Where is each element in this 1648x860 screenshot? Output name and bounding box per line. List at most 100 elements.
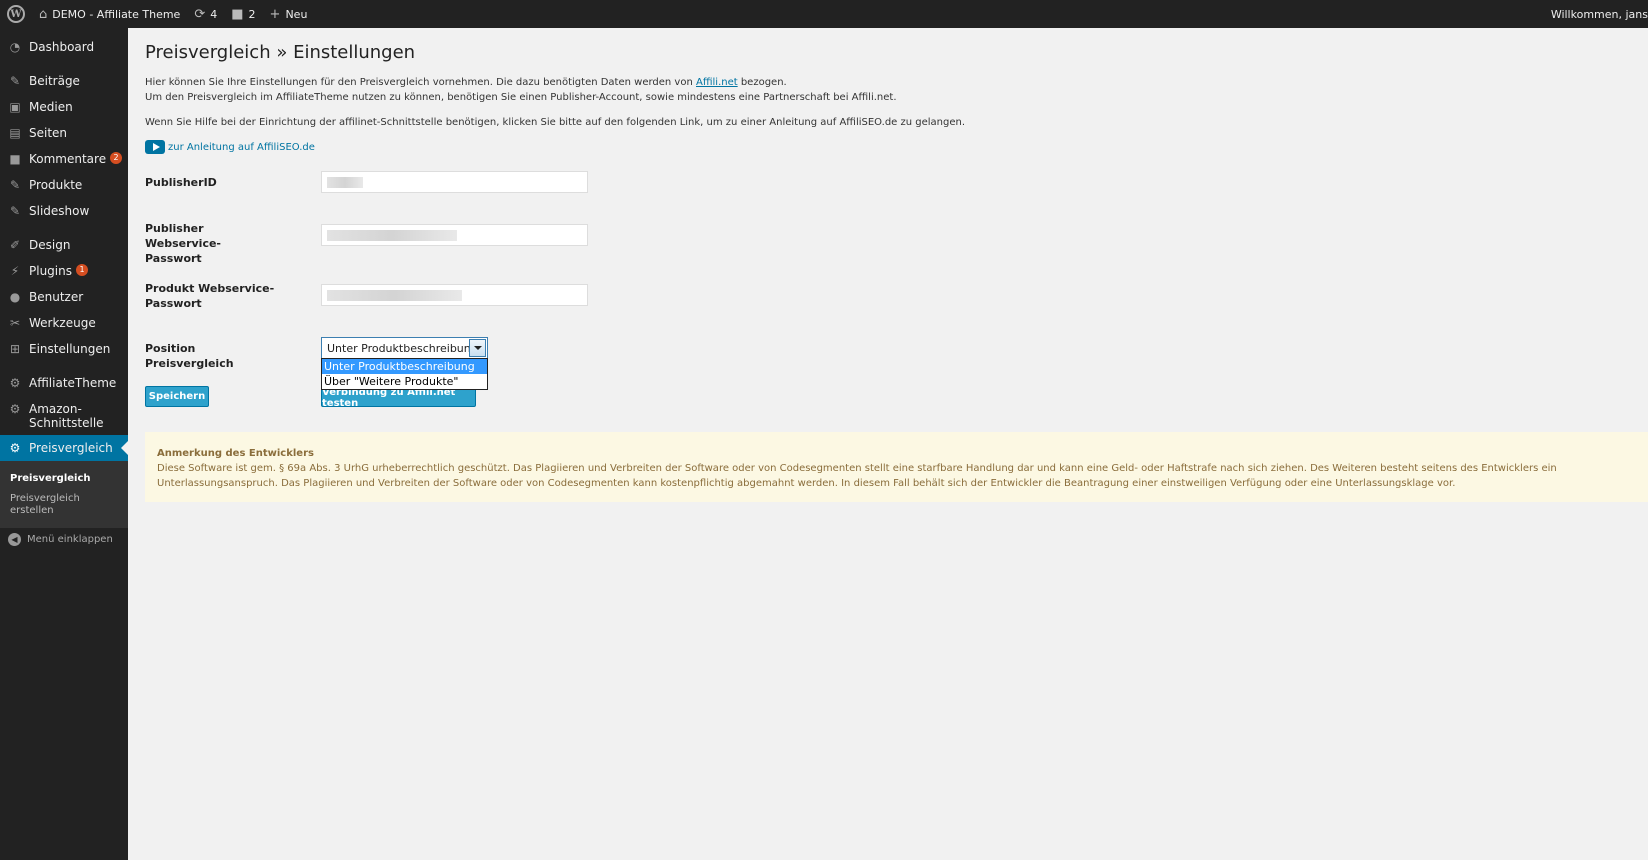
tutorial-link-label: zur Anleitung auf AffiliSEO.de [168,141,315,153]
intro-line-3: Wenn Sie Hilfe bei der Einrichtung der a… [145,117,966,128]
comments-count: 2 [248,7,256,21]
sidebar-item-beitraege[interactable]: ✎ Beiträge [0,74,128,88]
sidebar-item-dashboard[interactable]: ◔ Dashboard [0,40,128,54]
sidebar-item-label: Produkte [29,178,83,192]
main-content: Preisvergleich » Einstellungen Hier könn… [128,28,1648,860]
notice-title: Anmerkung des Entwicklers [157,448,314,459]
new-content-link[interactable]: + Neu [263,0,315,28]
sidebar-item-label: Preisvergleich [29,441,113,455]
sidebar-item-plugins[interactable]: ⚡ Plugins 1 [0,264,128,278]
pin-icon: ✎ [9,74,21,88]
sidebar-item-seiten[interactable]: ▤ Seiten [0,126,128,140]
sidebar-item-label: AffiliateTheme [29,376,117,390]
updates-link[interactable]: ⟳ 4 [187,0,224,28]
sidebar-item-label: Benutzer [29,290,84,304]
wordpress-logo-button[interactable]: W [0,0,32,28]
test-connection-button[interactable]: Verbindung zu Affili.net testen [321,387,476,409]
sidebar-item-medien[interactable]: ▣ Medien [0,100,128,114]
media-icon: ▣ [9,100,21,114]
affilinet-link[interactable]: Affili.net [696,77,738,88]
developer-notice: Anmerkung des Entwicklers Diese Software… [145,432,1648,502]
dropdown-option[interactable]: Unter Produktbeschreibung [322,359,487,374]
intro-text: Hier können Sie Ihre Einstellungen für d… [145,77,696,88]
publisher-password-input[interactable] [321,224,588,246]
masked-value [327,176,363,188]
intro-line-1: Hier können Sie Ihre Einstellungen für d… [145,75,787,90]
pin-icon: ✎ [9,178,21,192]
sidebar-item-label: Plugins [29,264,72,278]
position-selected-value: Unter Produktbeschreibung [327,341,478,355]
sidebar-item-label: Dashboard [29,40,95,54]
gear-icon: ⚙ [9,441,21,455]
plugin-icon: ⚡ [10,264,20,278]
tutorial-link[interactable]: zur Anleitung auf AffiliSEO.de [145,140,315,154]
welcome-text: Willkommen, jans [1550,7,1648,21]
position-dropdown-list: Unter Produktbeschreibung Über "Weitere … [321,358,488,390]
play-icon [145,140,165,154]
dropdown-option[interactable]: Über "Weitere Produkte" [322,374,487,389]
sidebar-item-label: Beiträge [29,74,80,88]
home-icon: ⌂ [39,6,48,22]
position-label: Position Preisvergleich [145,342,234,370]
page-title: Preisvergleich » Einstellungen [145,42,416,63]
pin-icon: ✎ [9,204,21,218]
wrench-icon: ✂ [9,316,21,330]
sidebar-item-design[interactable]: ✐ Design [0,238,128,252]
submenu-item-preisvergleich[interactable]: Preisvergleich [10,473,91,485]
gear-icon: ⚙ [9,402,21,416]
product-password-input[interactable] [321,284,588,306]
site-name: DEMO - Affiliate Theme [52,7,181,21]
settings-icon: ⊞ [9,342,21,356]
sidebar-item-label: Design [29,238,71,252]
masked-value [327,229,457,241]
sidebar-item-label: Medien [29,100,73,114]
comments-badge: 2 [110,152,123,164]
publisher-id-input[interactable] [321,171,588,193]
publisher-id-label: PublisherID [145,176,217,189]
sidebar-item-label: Einstellungen [29,342,111,356]
admin-sidebar: ◔ Dashboard ✎ Beiträge ▣ Medien ▤ Seiten… [0,28,128,860]
publisher-password-label: Publisher Webservice-Passwort [145,222,221,265]
intro-line-2: Um den Preisvergleich im AffiliateTheme … [145,92,897,103]
sidebar-item-slideshow[interactable]: ✎ Slideshow [0,204,128,218]
notice-text: Diese Software ist gem. § 69a Abs. 3 Urh… [157,463,1557,489]
admin-bar: W ⌂ DEMO - Affiliate Theme ⟳ 4 ■ 2 + Neu… [0,0,1648,28]
comment-icon: ■ [9,152,21,166]
user-icon: ● [9,290,21,304]
plus-icon: + [269,6,281,22]
sidebar-item-preisvergleich[interactable]: ⚙ Preisvergleich [0,435,128,461]
plugins-badge: 1 [75,264,88,276]
sidebar-item-werkzeuge[interactable]: ✂ Werkzeuge [0,316,128,330]
gear-icon: ⚙ [9,376,21,390]
brush-icon: ✐ [9,238,21,252]
collapse-arrow-icon: ◀ [8,533,21,546]
intro-text-end: bezogen. [737,77,787,88]
comment-icon: ■ [231,6,244,22]
masked-value [327,289,462,301]
collapse-menu-button[interactable]: ◀ Menü einklappen [8,533,113,546]
sidebar-item-label: Amazon-Schnittstelle [29,402,104,430]
sidebar-item-label: Slideshow [29,204,90,218]
submenu-item-preisvergleich-erstellen[interactable]: Preisvergleich erstellen [10,493,90,517]
updates-count: 4 [210,7,218,21]
save-button[interactable]: Speichern [145,386,209,407]
wordpress-icon: W [7,5,25,23]
position-select[interactable]: Unter Produktbeschreibung [321,337,488,359]
collapse-label: Menü einklappen [27,534,113,545]
product-password-label: Produkt Webservice-Passwort [145,282,275,310]
dashboard-icon: ◔ [9,40,21,54]
comments-link[interactable]: ■ 2 [224,0,262,28]
new-label: Neu [285,7,308,21]
sidebar-item-affiliatetheme[interactable]: ⚙ AffiliateTheme [0,376,128,390]
site-name-link[interactable]: ⌂ DEMO - Affiliate Theme [32,0,187,28]
sidebar-item-einstellungen[interactable]: ⊞ Einstellungen [0,342,128,356]
chevron-down-icon[interactable] [469,339,486,357]
refresh-icon: ⟳ [194,6,206,22]
sidebar-item-produkte[interactable]: ✎ Produkte [0,178,128,192]
sidebar-item-kommentare[interactable]: ■ Kommentare 2 [0,152,128,166]
sidebar-item-amazon-schnittstelle[interactable]: ⚙ Amazon-Schnittstelle [0,402,128,430]
account-link[interactable]: Willkommen, jans [1551,0,1648,28]
sidebar-item-benutzer[interactable]: ● Benutzer [0,290,128,304]
sidebar-item-label: Seiten [29,126,68,140]
page-icon: ▤ [9,126,21,140]
